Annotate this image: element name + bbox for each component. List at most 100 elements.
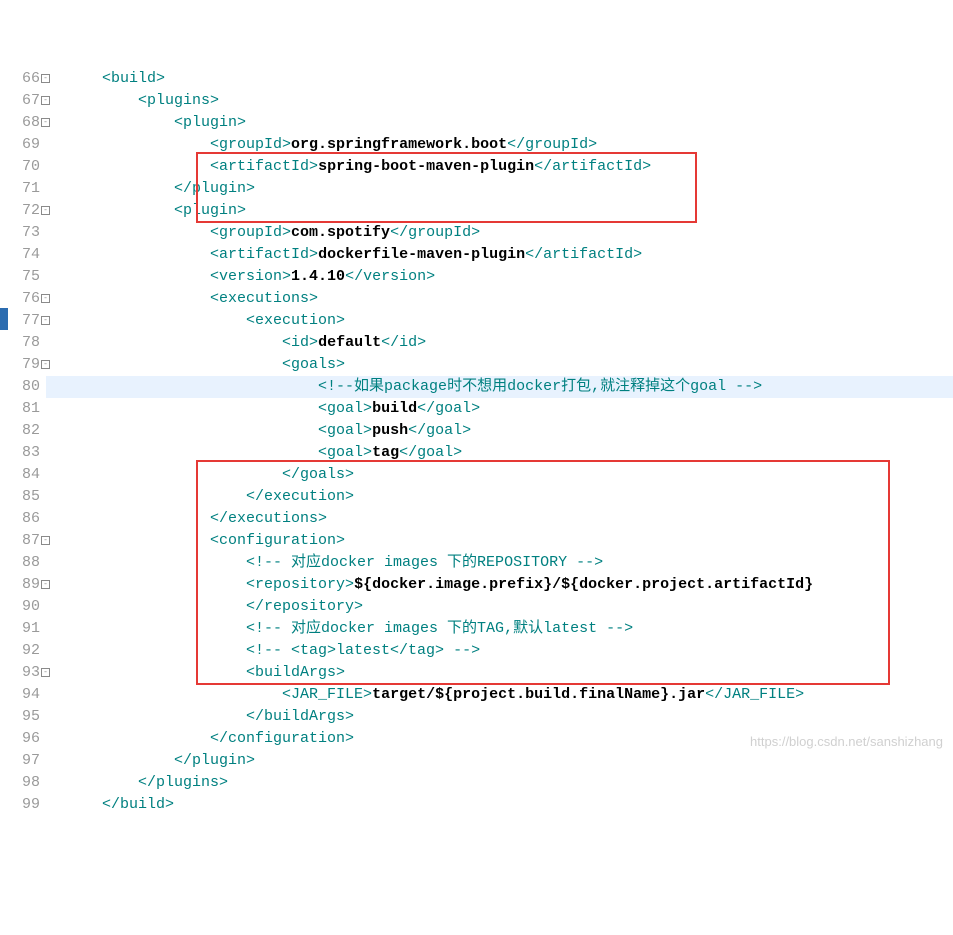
code-line[interactable]: <!-- <tag>latest</tag> --> xyxy=(66,640,953,662)
code-line[interactable]: </plugin> xyxy=(66,750,953,772)
code-line[interactable]: <plugin> xyxy=(66,112,953,134)
code-line[interactable]: <JAR_FILE>target/${project.build.finalNa… xyxy=(66,684,953,706)
xml-tag: <execution> xyxy=(246,312,345,329)
xml-tag: <build> xyxy=(102,70,165,87)
xml-text: push xyxy=(372,422,408,439)
xml-tag: <groupId> xyxy=(210,136,291,153)
xml-tag: </goal> xyxy=(399,444,462,461)
code-line[interactable]: <!-- 对应docker images 下的TAG,默认latest --> xyxy=(66,618,953,640)
xml-tag: <groupId> xyxy=(210,224,291,241)
code-line[interactable]: <execution> xyxy=(66,310,953,332)
line-number: 82 xyxy=(0,420,40,442)
xml-tag: <artifactId> xyxy=(210,246,318,263)
xml-comment: <!-- 对应docker images 下的TAG,默认latest --> xyxy=(246,620,633,637)
xml-tag: </configuration> xyxy=(210,730,354,747)
line-number: 89- xyxy=(0,574,40,596)
code-line[interactable]: </goals> xyxy=(66,464,953,486)
line-number: 93- xyxy=(0,662,40,684)
code-line[interactable]: <goal>build</goal> xyxy=(66,398,953,420)
xml-text: dockerfile-maven-plugin xyxy=(318,246,525,263)
code-line[interactable]: </execution> xyxy=(66,486,953,508)
xml-tag: </groupId> xyxy=(390,224,480,241)
xml-text: ${docker.image.prefix}/${docker.project.… xyxy=(354,576,813,593)
line-number: 72- xyxy=(0,200,40,222)
xml-tag: </execution> xyxy=(246,488,354,505)
xml-tag: </executions> xyxy=(210,510,327,527)
line-number: 81 xyxy=(0,398,40,420)
line-number: 97 xyxy=(0,750,40,772)
line-number: 98 xyxy=(0,772,40,794)
code-line[interactable]: </repository> xyxy=(66,596,953,618)
code-line[interactable]: <buildArgs> xyxy=(66,662,953,684)
line-number: 78 xyxy=(0,332,40,354)
xml-text: com.spotify xyxy=(291,224,390,241)
line-number: 73 xyxy=(0,222,40,244)
xml-comment: <!-- <tag>latest</tag> --> xyxy=(246,642,480,659)
xml-text: org.springframework.boot xyxy=(291,136,507,153)
code-line[interactable]: <groupId>com.spotify</groupId> xyxy=(66,222,953,244)
line-number: 76- xyxy=(0,288,40,310)
code-line[interactable]: <goals> xyxy=(66,354,953,376)
code-line[interactable]: </build> xyxy=(66,794,953,816)
xml-text: target/${project.build.finalName}.jar xyxy=(372,686,705,703)
line-number: 88 xyxy=(0,552,40,574)
xml-tag: </buildArgs> xyxy=(246,708,354,725)
line-number: 85 xyxy=(0,486,40,508)
line-number: 80 xyxy=(0,376,40,398)
xml-tag: <JAR_FILE> xyxy=(282,686,372,703)
xml-tag: </goals> xyxy=(282,466,354,483)
xml-comment: <!-- 对应docker images 下的REPOSITORY --> xyxy=(246,554,603,571)
code-line[interactable]: <plugins> xyxy=(66,90,953,112)
line-number: 71 xyxy=(0,178,40,200)
xml-tag: <artifactId> xyxy=(210,158,318,175)
code-line[interactable]: </executions> xyxy=(66,508,953,530)
line-number: 70 xyxy=(0,156,40,178)
line-number: 79- xyxy=(0,354,40,376)
xml-text: spring-boot-maven-plugin xyxy=(318,158,534,175)
code-line[interactable]: <!-- 对应docker images 下的REPOSITORY --> xyxy=(66,552,953,574)
xml-tag: <goals> xyxy=(282,356,345,373)
code-line[interactable]: <version>1.4.10</version> xyxy=(66,266,953,288)
code-line[interactable]: <artifactId>spring-boot-maven-plugin</ar… xyxy=(66,156,953,178)
xml-tag: </plugin> xyxy=(174,180,255,197)
xml-tag: <repository> xyxy=(246,576,354,593)
xml-text: default xyxy=(318,334,381,351)
xml-tag: <goal> xyxy=(318,400,372,417)
code-line[interactable]: <goal>push</goal> xyxy=(66,420,953,442)
code-line[interactable]: <id>default</id> xyxy=(66,332,953,354)
xml-tag: <goal> xyxy=(318,444,372,461)
code-line[interactable]: <artifactId>dockerfile-maven-plugin</art… xyxy=(66,244,953,266)
xml-tag: <configuration> xyxy=(210,532,345,549)
xml-tag: </goal> xyxy=(417,400,480,417)
code-line[interactable]: <configuration> xyxy=(66,530,953,552)
code-line[interactable]: <goal>tag</goal> xyxy=(66,442,953,464)
code-line[interactable]: <repository>${docker.image.prefix}/${doc… xyxy=(66,574,953,596)
code-line[interactable]: </plugin> xyxy=(66,178,953,200)
xml-text: 1.4.10 xyxy=(291,268,345,285)
line-number: 75 xyxy=(0,266,40,288)
line-number: 67- xyxy=(0,90,40,112)
code-line[interactable]: </buildArgs> xyxy=(66,706,953,728)
line-number: 84 xyxy=(0,464,40,486)
code-area[interactable]: <build> <plugins> <plugin> <groupId>org.… xyxy=(46,68,953,816)
code-line[interactable]: <executions> xyxy=(66,288,953,310)
xml-tag: </build> xyxy=(102,796,174,813)
current-line-gutter-marker xyxy=(0,308,8,330)
xml-text: tag xyxy=(372,444,399,461)
xml-tag: </artifactId> xyxy=(525,246,642,263)
xml-tag: <goal> xyxy=(318,422,372,439)
xml-tag: <version> xyxy=(210,268,291,285)
line-number-gutter: 66-67-68-69707172-73747576-77-7879-80818… xyxy=(0,68,46,816)
line-number: 95 xyxy=(0,706,40,728)
code-line[interactable]: <!--如果package时不想用docker打包,就注释掉这个goal --> xyxy=(66,376,953,398)
xml-tag: </goal> xyxy=(408,422,471,439)
code-line[interactable]: <groupId>org.springframework.boot</group… xyxy=(66,134,953,156)
xml-text: build xyxy=(372,400,417,417)
line-number: 74 xyxy=(0,244,40,266)
line-number: 90 xyxy=(0,596,40,618)
line-number: 99 xyxy=(0,794,40,816)
code-line[interactable]: <plugin> xyxy=(66,200,953,222)
code-line[interactable]: </plugins> xyxy=(66,772,953,794)
code-line[interactable]: <build> xyxy=(66,68,953,90)
xml-tag: </plugins> xyxy=(138,774,228,791)
